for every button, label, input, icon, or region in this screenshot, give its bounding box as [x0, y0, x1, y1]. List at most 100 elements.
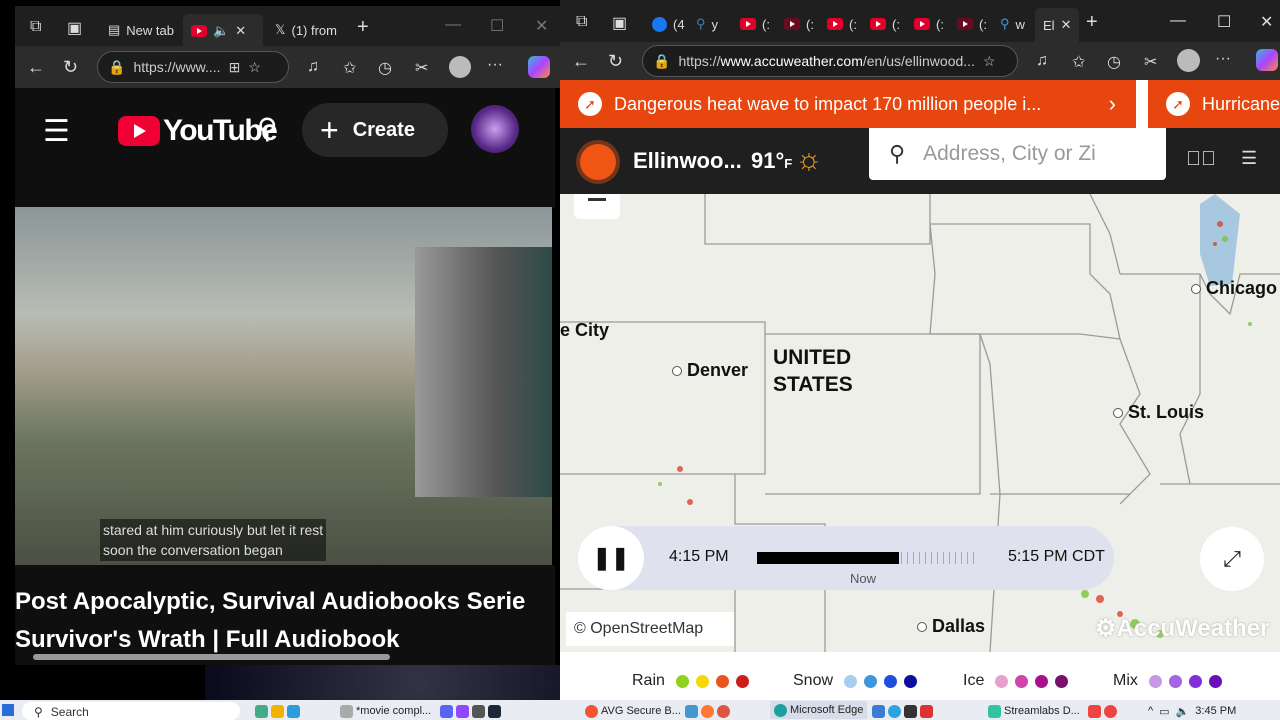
- tab-youtube-5[interactable]: (:: [906, 8, 952, 40]
- fullscreen-button[interactable]: ⤢: [1200, 527, 1264, 591]
- video-icon[interactable]: ▶⃞: [1186, 148, 1216, 171]
- osm-attribution[interactable]: © OpenStreetMap: [566, 612, 734, 646]
- tab-facebook[interactable]: (4: [644, 8, 693, 40]
- app-icon[interactable]: [685, 704, 698, 718]
- media-control-icon[interactable]: ♫: [307, 58, 319, 76]
- youtube-icon: [870, 18, 886, 30]
- youtube-header: ☰ YouTube ⚲ + Create: [15, 88, 555, 208]
- favorites-icon[interactable]: ✩: [343, 58, 356, 78]
- steam-icon[interactable]: [488, 704, 501, 718]
- favorites-icon[interactable]: ✩: [1072, 52, 1085, 72]
- twitch-icon[interactable]: [456, 704, 469, 718]
- video-title[interactable]: Post Apocalyptic, Survival Audiobooks Se…: [15, 565, 555, 665]
- profile-avatar[interactable]: [449, 56, 471, 78]
- vertical-tabs-icon[interactable]: ▣: [67, 18, 82, 38]
- taskbar-item-movie[interactable]: *movie compl...: [340, 703, 431, 719]
- workspaces-icon[interactable]: ⧉: [576, 13, 587, 31]
- taskbar-search[interactable]: ⚲ Search: [22, 702, 240, 720]
- copilot-icon[interactable]: [1256, 49, 1278, 71]
- tab-youtube-2[interactable]: (:: [776, 8, 822, 40]
- telegram-icon[interactable]: [888, 704, 901, 718]
- app-available-icon[interactable]: ⊞: [229, 59, 241, 76]
- legend-swatch: [904, 674, 918, 688]
- screenshot-icon[interactable]: ✂: [415, 58, 428, 78]
- back-icon[interactable]: ←: [572, 51, 590, 72]
- refresh-icon[interactable]: ↻: [63, 57, 78, 78]
- search-icon[interactable]: ⚲: [257, 112, 278, 145]
- hurricane-alert[interactable]: ➚ Hurricane: [1148, 80, 1280, 128]
- youtube-icon: [191, 25, 207, 37]
- close-tab-icon[interactable]: ✕: [235, 23, 246, 39]
- folder-icon[interactable]: [271, 704, 284, 718]
- more-icon[interactable]: ···: [1215, 50, 1231, 68]
- firefox-icon[interactable]: [701, 704, 714, 718]
- more-icon[interactable]: ···: [487, 56, 503, 74]
- location-name[interactable]: Ellinwoo...: [633, 148, 742, 174]
- system-tray[interactable]: ^ ▭ 🔈 3:45 PM: [1148, 703, 1236, 719]
- screenshot-icon[interactable]: ✂: [1144, 52, 1157, 72]
- channel-avatar[interactable]: [471, 105, 519, 153]
- taskbar-item-avg[interactable]: AVG Secure B...: [585, 703, 681, 719]
- network-icon: ▭: [1159, 705, 1170, 718]
- tab-search[interactable]: ⚲ y: [688, 8, 726, 40]
- favorite-star-icon[interactable]: ☆: [248, 59, 261, 76]
- tab-x[interactable]: 𝕏 (1) from: [267, 14, 345, 46]
- brave-icon[interactable]: [1088, 704, 1101, 718]
- new-tab-icon[interactable]: +: [1086, 11, 1098, 34]
- workspaces-icon[interactable]: ⧉: [30, 18, 41, 36]
- new-tab-icon[interactable]: +: [357, 16, 369, 39]
- copilot-icon[interactable]: [528, 56, 550, 78]
- tab-search-2[interactable]: ⚲ w: [992, 8, 1033, 40]
- menu-icon[interactable]: ☰: [43, 114, 70, 149]
- history-icon[interactable]: ◷: [1107, 52, 1121, 72]
- create-button[interactable]: + Create: [302, 103, 448, 157]
- horizontal-scrollbar[interactable]: [33, 654, 390, 660]
- speaker-icon[interactable]: 🔈: [213, 23, 229, 39]
- tab-youtube-1[interactable]: (:: [732, 8, 778, 40]
- youtube-logo[interactable]: YouTube: [118, 114, 278, 148]
- url-field[interactable]: 🔒 https://www.accuweather.com/en/us/ellin…: [642, 45, 1018, 77]
- location-search-input[interactable]: ⚲ Address, City or Zi: [869, 128, 1166, 180]
- history-icon[interactable]: ◷: [378, 58, 392, 78]
- close-window-icon[interactable]: ✕: [535, 16, 548, 36]
- tab-youtube-3[interactable]: (:: [819, 8, 865, 40]
- close-tab-icon[interactable]: ✕: [1061, 17, 1072, 33]
- app-icon[interactable]: [472, 704, 485, 718]
- timeline-slider[interactable]: [757, 552, 979, 564]
- maximize-icon[interactable]: ☐: [490, 16, 504, 36]
- zoom-out-button[interactable]: [574, 194, 620, 219]
- app-icon[interactable]: [904, 704, 917, 718]
- accuweather-logo-icon[interactable]: [580, 144, 616, 180]
- media-control-icon[interactable]: ♫: [1036, 52, 1048, 70]
- video-player[interactable]: stared at him curiously but let it rest …: [15, 207, 552, 565]
- vertical-tabs-icon[interactable]: ▣: [612, 13, 627, 33]
- duckduckgo-icon[interactable]: [717, 704, 730, 718]
- menu-icon[interactable]: ☰: [1241, 148, 1257, 169]
- taskbar-item-edge[interactable]: Microsoft Edge: [770, 701, 868, 719]
- app-icon[interactable]: [1104, 704, 1117, 718]
- tab-new-tab[interactable]: ▤ New tab: [100, 14, 182, 46]
- minimize-icon[interactable]: —: [1170, 12, 1186, 30]
- app-icon[interactable]: [920, 704, 933, 718]
- taskbar-item-streamlabs[interactable]: Streamlabs D...: [988, 703, 1080, 719]
- tab-youtube-6[interactable]: (:: [949, 8, 995, 40]
- tab-youtube[interactable]: 🔈 ✕: [183, 14, 263, 48]
- profile-avatar[interactable]: [1177, 49, 1200, 72]
- back-icon[interactable]: ←: [27, 57, 45, 78]
- close-window-icon[interactable]: ✕: [1260, 12, 1273, 32]
- heat-wave-alert[interactable]: ➚ Dangerous heat wave to impact 170 mill…: [560, 80, 1136, 128]
- refresh-icon[interactable]: ↻: [608, 51, 623, 72]
- radar-map[interactable]: e City Denver Chicago St. Louis Dallas U…: [560, 194, 1280, 652]
- tab-youtube-4[interactable]: (:: [862, 8, 908, 40]
- app-icon[interactable]: [872, 704, 885, 718]
- pause-button[interactable]: ❚❚: [578, 526, 644, 590]
- favorite-star-icon[interactable]: ☆: [983, 53, 996, 70]
- url-field[interactable]: 🔒 https://www.... ⊞ ☆: [97, 51, 289, 83]
- app-icon[interactable]: [255, 704, 268, 718]
- tab-accuweather-active[interactable]: El ✕: [1035, 8, 1080, 42]
- maximize-icon[interactable]: ☐: [1217, 12, 1231, 32]
- app-icon[interactable]: [287, 704, 300, 718]
- minimize-icon[interactable]: —: [445, 16, 461, 34]
- start-icon[interactable]: [2, 704, 14, 716]
- discord-icon[interactable]: [440, 704, 453, 718]
